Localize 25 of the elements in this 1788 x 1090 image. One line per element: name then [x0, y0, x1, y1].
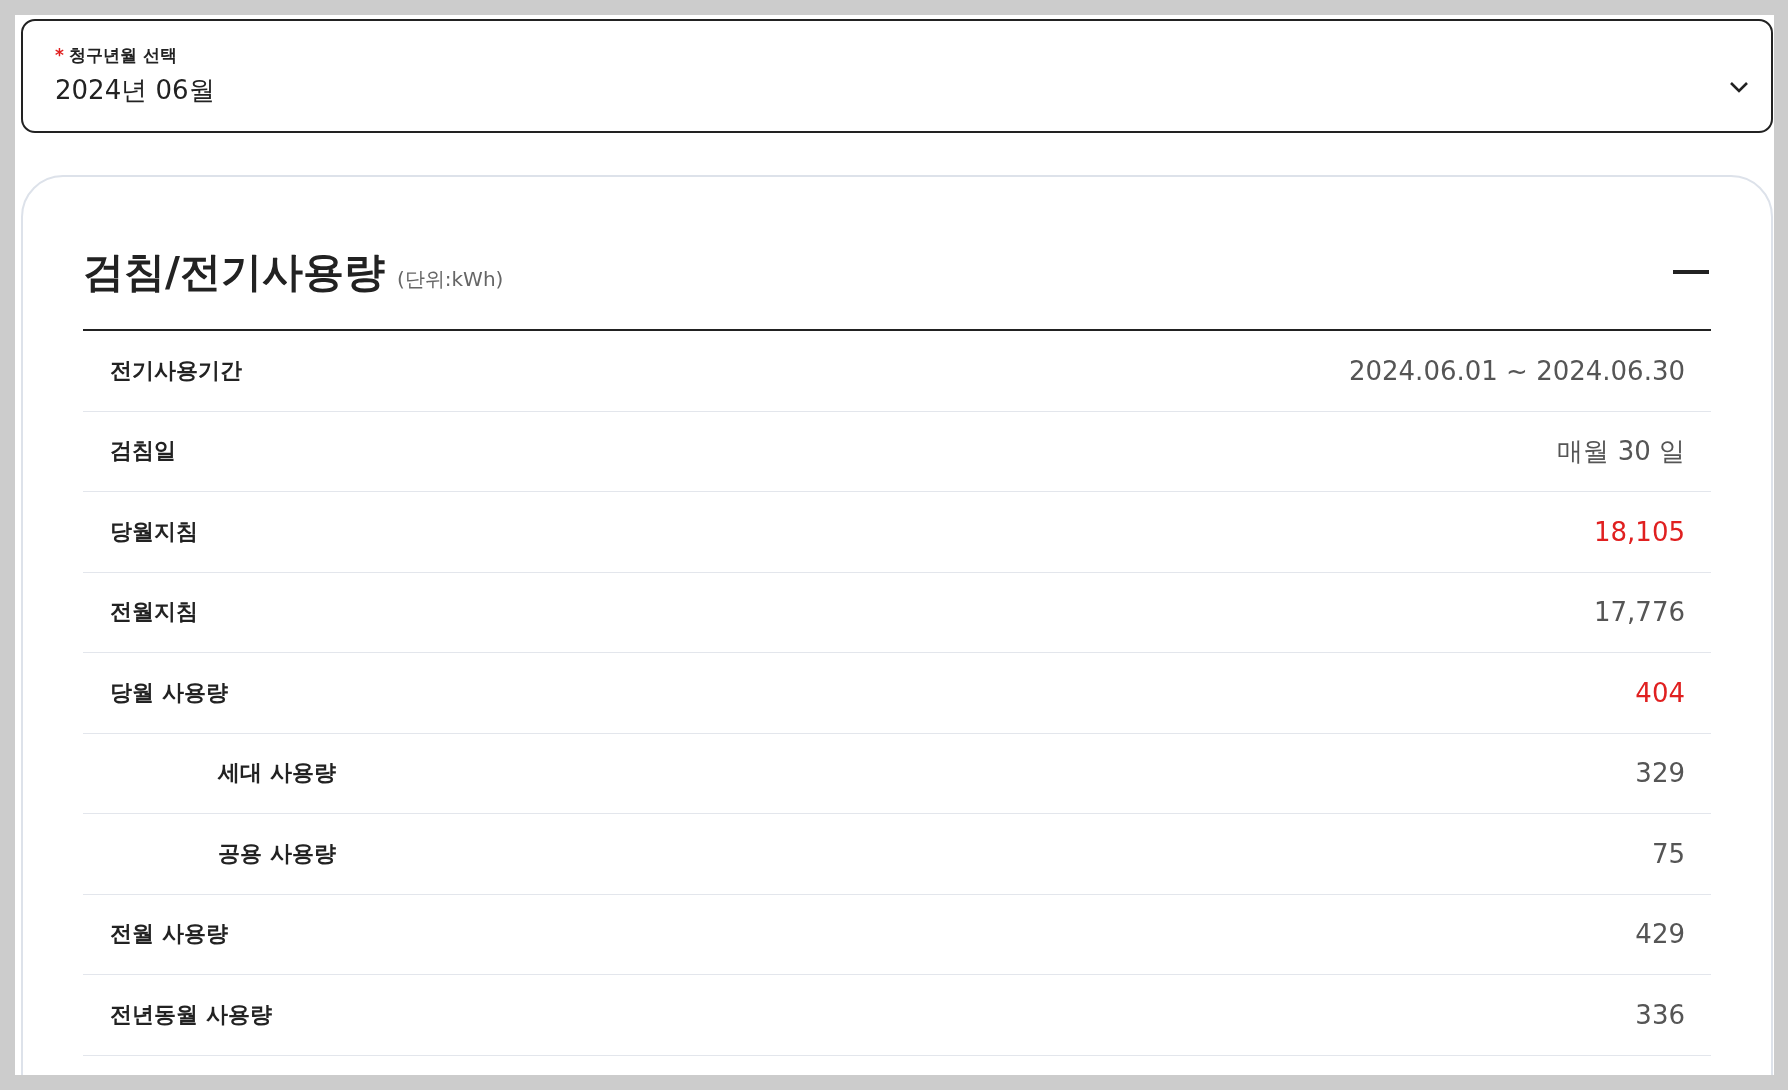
select-label: 청구년월 선택 — [68, 44, 177, 67]
row-label: 공용 사용량 — [218, 839, 336, 868]
row-label: 당월지침 — [110, 517, 198, 546]
row-label: 전월 사용량 — [110, 920, 228, 949]
chevron-down-icon — [1729, 81, 1749, 93]
row-label: 세대 사용량 — [218, 759, 336, 788]
required-mark: * — [55, 45, 64, 65]
row-label: 당월 사용량 — [110, 678, 228, 707]
row-value: 매월 30 일 — [1557, 434, 1685, 468]
row-value: 336 — [1635, 999, 1685, 1030]
row-value: 2024.06.01 ~ 2024.06.30 — [1348, 355, 1685, 386]
unit-label: (단위:kWh) — [397, 265, 504, 293]
billing-month-select[interactable]: * 청구년월 선택 2024년 06월 — [21, 19, 1773, 133]
row-label: 전년동월 사용량 — [110, 1000, 272, 1029]
row-value: 75 — [1651, 838, 1685, 869]
row-label: 전월지침 — [110, 598, 198, 627]
row-value: 329 — [1635, 758, 1685, 789]
row-label: 검침일 — [110, 437, 176, 466]
panel-title: 검침/전기사용량 — [83, 246, 385, 298]
row-value: 429 — [1635, 919, 1685, 950]
row-label: 전기사용기간 — [110, 356, 242, 385]
select-value: 2024년 06월 — [55, 74, 215, 107]
row-value: 18,105 — [1594, 516, 1685, 547]
row-value: 17,776 — [1594, 597, 1685, 628]
row-value: 404 — [1635, 677, 1685, 708]
